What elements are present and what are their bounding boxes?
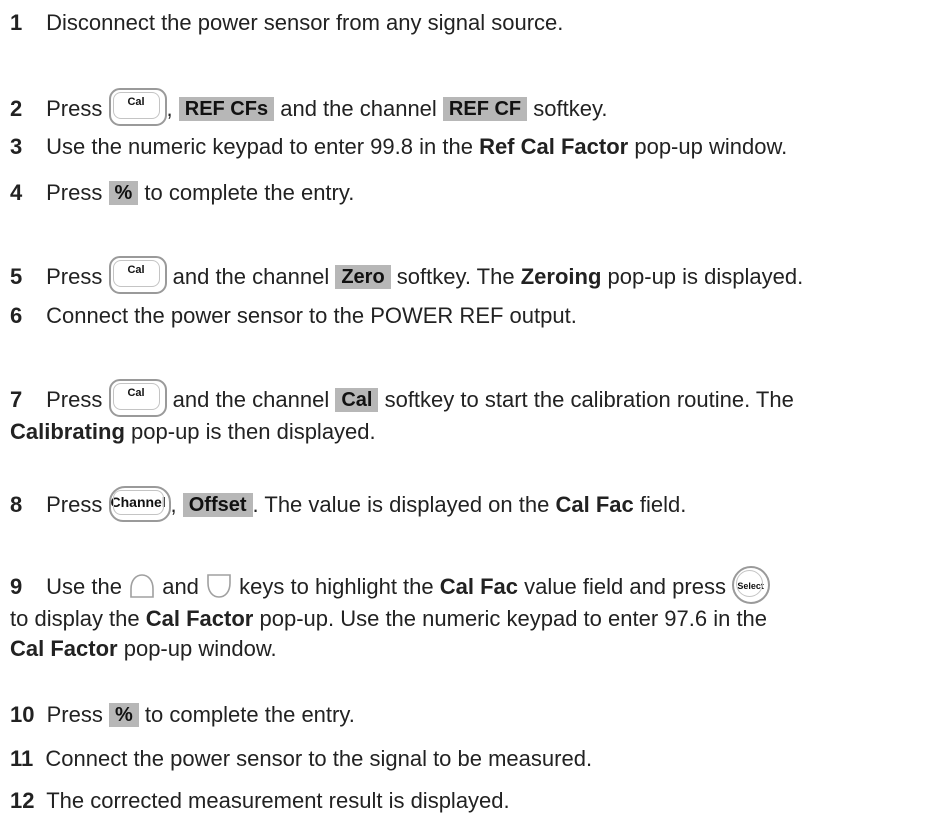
softkey-percent: % [108,703,139,727]
step-5: 5 Press Cal and the channel Zero softkey… [10,256,935,294]
step-text: and [162,574,199,599]
step-12: 12 The corrected measurement result is d… [10,786,935,816]
step-7: 7 Press Cal and the channel Cal softkey … [10,379,935,447]
step-text: pop-up is displayed. [607,264,804,289]
step-text: to complete the entry. [144,180,355,205]
step-text: and the channel [172,387,330,412]
step-number: 5 [10,264,23,289]
cal-key-icon: Cal [108,379,167,417]
step-10: 10 Press % to complete the entry. [10,700,935,730]
emphasis-text: Cal Fac [555,492,634,517]
step-text: softkey. [533,96,608,121]
up-arrow-key-icon [130,574,154,598]
key-label: Cal [127,96,145,108]
step-2: 2 Press Cal, REF CFs and the channel REF… [10,88,935,126]
step-text: Disconnect the power sensor from any sig… [46,10,564,35]
softkey-zero: Zero [335,265,391,289]
step-4: 4 Press % to complete the entry. [10,178,935,208]
step-text: keys to highlight the [239,574,434,599]
step-text: pop-up is then displayed. [131,419,376,444]
step-text: Press [46,492,103,517]
softkey-offset: Offset [182,493,253,517]
step-3: 3 Use the numeric keypad to enter 99.8 i… [10,132,935,162]
key-label: Cal [127,264,145,276]
step-text: pop-up window. [123,636,277,661]
softkey-cal: Cal [335,388,379,412]
step-number: 6 [10,303,23,328]
emphasis-text: Zeroing [520,264,602,289]
emphasis-text: Calibrating [10,419,125,444]
step-text: Press [46,264,103,289]
key-label: Channel [110,494,166,510]
step-text: , [170,492,177,517]
emphasis-text: Cal Factor [145,606,254,631]
step-text: softkey to start the calibration routine… [384,387,794,412]
step-text: softkey. The [396,264,515,289]
step-text: to display the [10,606,140,631]
step-11: 11 Connect the power sensor to the signa… [10,744,935,774]
key-label: Cal [127,387,145,399]
step-text: , [166,96,173,121]
step-text: Use the [46,574,122,599]
step-9: 9 Use the and keys to highlight the Cal … [10,566,935,664]
step-text: Press [46,96,103,121]
emphasis-text: Cal Fac [439,574,519,599]
cal-key-icon: Cal [108,88,167,126]
step-text: and the channel [280,96,437,121]
channel-key-icon: Channel [108,486,171,522]
down-arrow-key-icon [207,574,231,598]
step-number: 9 [10,574,23,599]
step-text: Connect the power sensor to the signal t… [45,746,593,771]
step-8: 8 Press Channel, Offset. The value is di… [10,486,935,522]
emphasis-text: Ref Cal Factor [479,134,629,159]
step-text: The corrected measurement result is disp… [46,788,510,813]
key-label: Select [737,581,764,591]
step-text: and the channel [172,264,330,289]
select-key-icon: Select [732,566,771,604]
step-text: Connect the power sensor to the POWER RE… [46,303,577,328]
step-number: 12 [10,788,35,813]
softkey-percent: % [108,181,139,205]
softkey-ref-cfs: REF CFs [178,97,275,121]
step-text: pop-up. Use the numeric keypad to enter … [259,606,768,631]
step-6: 6 Connect the power sensor to the POWER … [10,301,935,331]
emphasis-text: Cal Factor [10,636,118,661]
step-number: 1 [10,10,23,35]
step-number: 4 [10,180,23,205]
step-text: Use the numeric keypad to enter 99.8 in … [46,134,473,159]
step-text: Press [46,180,103,205]
step-number: 11 [10,746,34,771]
softkey-ref-cf: REF CF [442,97,528,121]
step-1: 1 Disconnect the power sensor from any s… [10,8,935,38]
step-text: field. [639,492,687,517]
step-text: . The value is displayed on the [252,492,550,517]
step-text: pop-up window. [634,134,788,159]
step-text: value field and press [524,574,726,599]
step-number: 3 [10,134,23,159]
step-number: 10 [10,702,35,727]
step-text: Press [46,387,103,412]
step-number: 7 [10,387,23,412]
step-text: Press [46,702,103,727]
step-text: to complete the entry. [144,702,355,727]
step-number: 8 [10,492,23,517]
step-number: 2 [10,96,23,121]
cal-key-icon: Cal [108,256,167,294]
